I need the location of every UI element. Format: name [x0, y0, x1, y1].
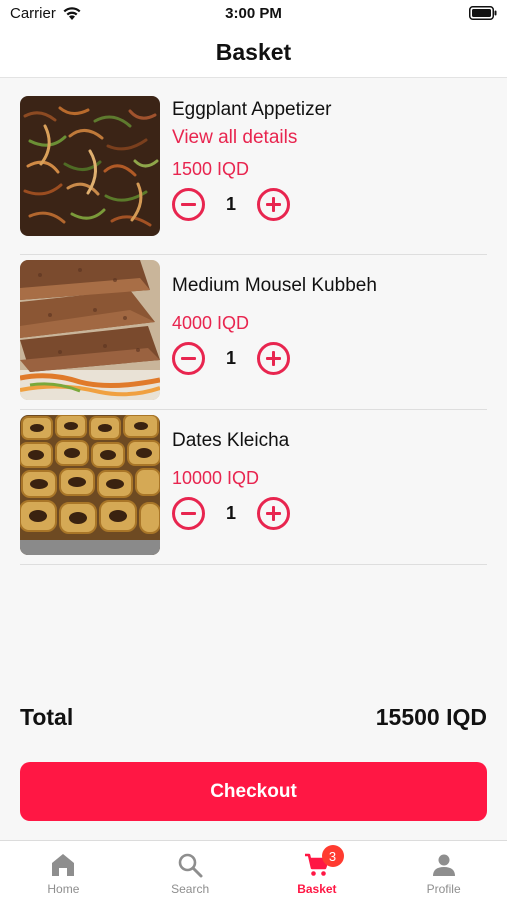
- battery-icon: [469, 6, 497, 20]
- search-icon: [178, 853, 203, 878]
- tab-profile[interactable]: Profile: [380, 841, 507, 900]
- item-name: Medium Mousel Kubbeh: [172, 275, 377, 296]
- basket-list: Eggplant Appetizer View all details 1500…: [20, 96, 487, 565]
- quantity-stepper: 1: [172, 497, 290, 530]
- increase-quantity-button[interactable]: [257, 342, 290, 375]
- quantity-stepper: 1: [172, 188, 332, 221]
- list-item: Medium Mousel Kubbeh 4000 IQD 1: [20, 260, 487, 410]
- decrease-quantity-button[interactable]: [172, 342, 205, 375]
- status-bar: Carrier 3:00 PM: [0, 0, 507, 28]
- item-name: Dates Kleicha: [172, 430, 290, 451]
- tab-basket[interactable]: 3 Basket: [254, 841, 381, 900]
- item-photo: [20, 415, 160, 555]
- checkout-button[interactable]: Checkout: [20, 762, 487, 821]
- tab-bar: Home Search 3 Basket Profile: [0, 840, 507, 900]
- item-photo: [20, 96, 160, 236]
- tab-label: Profile: [426, 882, 461, 896]
- status-time: 3:00 PM: [225, 5, 282, 22]
- tab-label: Home: [47, 882, 80, 896]
- item-photo: [20, 260, 160, 400]
- item-info: Dates Kleicha 10000 IQD 1: [172, 415, 290, 530]
- quantity-value: 1: [225, 348, 236, 368]
- decrease-quantity-button[interactable]: [172, 497, 205, 530]
- page-title: Basket: [215, 39, 292, 65]
- nav-header: Basket: [0, 28, 507, 78]
- item-name: Eggplant Appetizer: [172, 99, 332, 120]
- item-price: 4000 IQD: [172, 313, 250, 333]
- quantity-value: 1: [225, 503, 236, 523]
- tab-label: Basket: [297, 882, 337, 896]
- quantity-value: 1: [225, 194, 236, 214]
- person-icon: [432, 854, 455, 876]
- item-price: 1500 IQD: [172, 159, 250, 179]
- increase-quantity-button[interactable]: [257, 497, 290, 530]
- increase-quantity-button[interactable]: [257, 188, 290, 221]
- tab-search[interactable]: Search: [127, 841, 254, 900]
- total-label: Total: [20, 704, 74, 730]
- view-details-link[interactable]: View all details: [172, 124, 332, 152]
- tab-label: Search: [171, 882, 210, 896]
- total-row: Total 15500 IQD: [20, 704, 487, 731]
- quantity-stepper: 1: [172, 342, 377, 375]
- home-icon: [52, 854, 75, 876]
- total-value: 15500 IQD: [375, 704, 487, 730]
- decrease-quantity-button[interactable]: [172, 188, 205, 221]
- item-info: Medium Mousel Kubbeh 4000 IQD 1: [172, 260, 377, 375]
- item-price: 10000 IQD: [172, 468, 260, 488]
- list-item: Eggplant Appetizer View all details 1500…: [20, 96, 487, 255]
- tab-home[interactable]: Home: [0, 841, 127, 900]
- cart-count-badge: 3: [321, 845, 344, 867]
- list-item: Dates Kleicha 10000 IQD 1: [20, 415, 487, 565]
- item-info: Eggplant Appetizer View all details 1500…: [172, 96, 332, 221]
